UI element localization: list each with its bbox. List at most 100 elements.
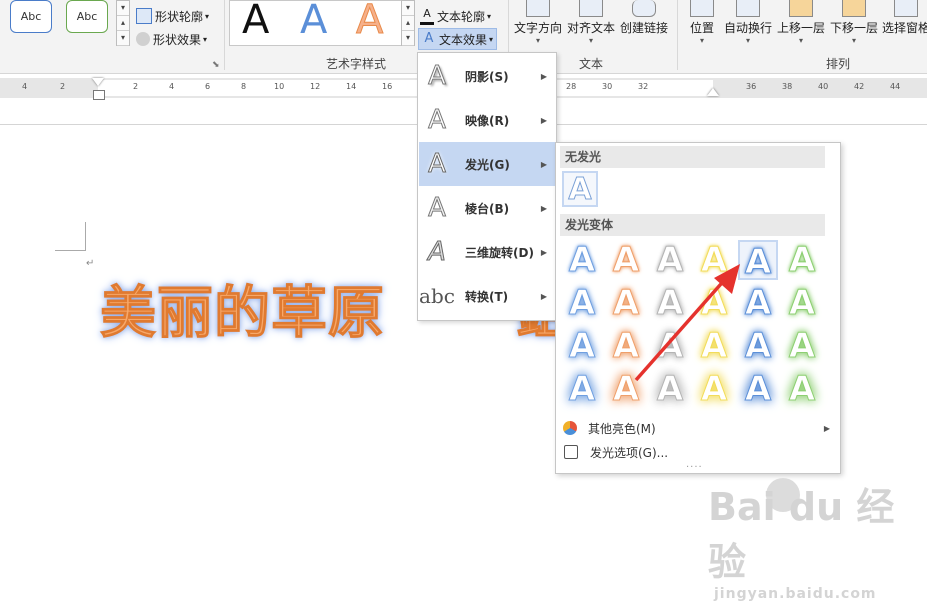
shape-style-green[interactable]: Abc — [66, 0, 108, 33]
glow-variant-option[interactable]: A — [782, 240, 822, 281]
reflection-icon: A — [428, 105, 447, 136]
text-direction-icon — [526, 0, 550, 17]
menu-item-shadow[interactable]: A 阴影(S) ▶ — [419, 54, 555, 98]
menu-item-reflection[interactable]: A 映像(R) ▶ — [419, 98, 555, 142]
left-indent-marker[interactable] — [92, 78, 104, 86]
ruler-tick: 44 — [890, 82, 901, 91]
chevron-down-icon: ▾ — [205, 11, 210, 21]
wrap-text-icon — [736, 0, 760, 17]
ruler-tick: 4 — [169, 82, 175, 91]
shadow-icon: A — [428, 61, 447, 92]
menu-item-label: 转换(T) — [465, 289, 509, 304]
glow-variant-option[interactable]: A — [782, 369, 822, 410]
menu-item-label: 三维旋转(D) — [465, 245, 534, 260]
chevron-down-icon: ▾ — [203, 34, 208, 44]
palette-icon — [563, 421, 577, 435]
text-effect-button[interactable]: A 文本效果 ▾ — [418, 28, 498, 50]
ruler-tick: 40 — [818, 82, 829, 91]
selection-pane-icon — [894, 0, 918, 17]
text-effect-icon: A — [424, 31, 434, 46]
glow-variant-option[interactable]: A — [562, 283, 602, 324]
resize-grip[interactable]: .... — [686, 459, 703, 470]
text-effect-label: 文本效果 — [439, 32, 488, 47]
wordart-sample-orange[interactable]: A — [355, 0, 383, 45]
ruler-tick: 32 — [638, 82, 649, 91]
text-outline-icon: A — [420, 8, 434, 25]
shape-effect-label: 形状效果 — [153, 32, 202, 47]
right-indent-marker[interactable] — [707, 88, 719, 96]
group-separator — [224, 0, 225, 70]
bring-forward-label: 上移一层 — [777, 21, 826, 35]
watermark-url: jingyan.baidu.com — [714, 586, 877, 602]
text-effects-menu: A 阴影(S) ▶ A 映像(R) ▶ A 发光(G) ▶ A 棱台(B) ▶ A 三维旋转(D)… — [417, 52, 557, 321]
glow-variant-option[interactable]: A — [562, 369, 602, 410]
shape-effect-button[interactable]: 形状效果 ▾ — [136, 29, 207, 49]
wordart-sample-black[interactable]: A — [242, 0, 269, 45]
glow-options-icon — [564, 445, 578, 459]
text-outline-button[interactable]: A 文本轮廓 ▾ — [420, 6, 491, 26]
wordart-sample-blue[interactable]: A — [300, 0, 327, 45]
glow-variant-option[interactable]: A — [782, 283, 822, 324]
chevron-down-icon: ▾ — [589, 36, 594, 45]
position-label: 位置 — [690, 21, 715, 35]
menu-item-label: 阴影(S) — [465, 69, 509, 84]
chevron-down-icon: ▾ — [489, 34, 494, 44]
shape-effect-icon — [136, 32, 150, 46]
more-colors-item[interactable]: 其他亮色(M) ▶ — [560, 417, 836, 439]
shape-outline-button[interactable]: 形状轮廓 ▾ — [136, 6, 209, 26]
no-glow-option[interactable]: A — [562, 171, 598, 207]
ruler-tick: 36 — [746, 82, 757, 91]
arrow-shaft — [634, 274, 730, 382]
ruler-tick: 12 — [310, 82, 321, 91]
shape-style-label: Abc — [76, 10, 98, 23]
send-backward-icon — [842, 0, 866, 17]
menu-item-label: 棱台(B) — [465, 201, 510, 216]
menu-item-transform[interactable]: abc 转换(T) ▶ — [419, 274, 555, 318]
menu-item-label: 发光(G) — [465, 157, 510, 172]
chevron-right-icon: ▶ — [540, 247, 547, 257]
watermark: Bai du 经验 jingyan.baidu.com — [708, 476, 927, 602]
align-text-label: 对齐文本 — [567, 21, 616, 35]
margin-corner-mark — [55, 222, 86, 251]
wrap-text-button[interactable]: 自动换行 ▾ — [724, 0, 772, 46]
menu-item-glow[interactable]: A 发光(G) ▶ — [419, 142, 555, 186]
glow-options-label: 发光选项(G)... — [590, 445, 669, 460]
chevron-down-icon: ▾ — [536, 36, 541, 45]
pen-icon — [136, 8, 152, 24]
shape-outline-label: 形状轮廓 — [155, 9, 204, 24]
wordart-gallery[interactable]: A A A — [229, 0, 403, 46]
glow-variant-option[interactable]: A — [562, 240, 602, 281]
shape-styles-scroll[interactable]: ▾ ▴ ▾ — [116, 0, 130, 46]
align-text-button[interactable]: 对齐文本 ▾ — [567, 0, 615, 46]
ruler-tick: 2 — [133, 82, 139, 91]
menu-item-3d-rotation[interactable]: A 三维旋转(D) ▶ — [419, 230, 555, 274]
ruler-tick: 2 — [60, 82, 66, 91]
chevron-down-icon: ▾ — [746, 36, 751, 45]
chevron-right-icon: ▶ — [540, 115, 547, 125]
paragraph-mark: ↵ — [86, 258, 95, 269]
send-backward-label: 下移一层 — [830, 21, 879, 35]
send-backward-button[interactable]: 下移一层 ▾ — [830, 0, 878, 46]
annotation-arrow — [634, 264, 740, 382]
shape-style-blue[interactable]: Abc — [10, 0, 52, 33]
menu-item-bevel[interactable]: A 棱台(B) ▶ — [419, 186, 555, 230]
glow-variant-option[interactable]: A — [782, 326, 822, 367]
hanging-indent-marker[interactable] — [93, 90, 105, 100]
dialog-launcher-icon[interactable]: ⬊ — [212, 60, 220, 70]
ruler-tick: 8 — [241, 82, 247, 91]
chevron-right-icon: ▶ — [823, 423, 830, 433]
create-link-button[interactable]: 创建链接 — [620, 0, 668, 36]
bevel-icon: A — [428, 193, 447, 224]
chevron-right-icon: ▶ — [540, 203, 547, 213]
shape-style-label: Abc — [20, 10, 42, 23]
text-direction-button[interactable]: 文字方向 ▾ — [514, 0, 562, 46]
wordart-gallery-scroll[interactable]: ▾ ▴ ▾ — [401, 0, 415, 46]
position-icon — [690, 0, 714, 17]
arrange-group-label: 排列 — [826, 57, 851, 71]
position-button[interactable]: 位置 ▾ — [690, 0, 714, 46]
bring-forward-button[interactable]: 上移一层 ▾ — [777, 0, 825, 46]
selection-pane-label: 选择窗格 — [882, 21, 927, 35]
selection-pane-button[interactable]: 选择窗格 — [882, 0, 927, 36]
chevron-down-icon: ▾ — [487, 11, 492, 21]
glow-variant-option[interactable]: A — [562, 326, 602, 367]
